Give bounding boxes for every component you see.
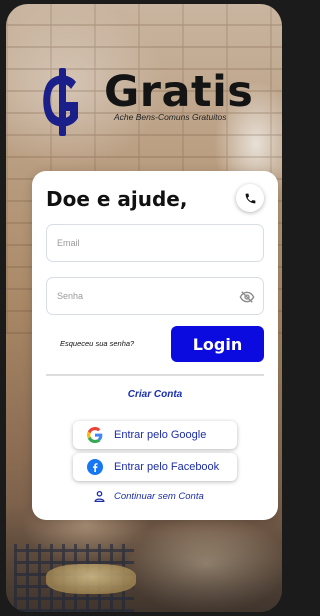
eye-off-icon bbox=[239, 291, 255, 303]
email-field bbox=[46, 224, 264, 262]
facebook-icon bbox=[86, 458, 104, 476]
continue-as-guest-label: Continuar sem Conta bbox=[114, 490, 204, 502]
app-screen: Gratis Ache Bens-Comuns Gratuitos Doe e … bbox=[6, 4, 282, 612]
person-icon bbox=[92, 489, 106, 503]
toggle-password-visibility[interactable] bbox=[238, 288, 256, 306]
brand-name: Gratis bbox=[104, 67, 254, 117]
password-input[interactable] bbox=[57, 278, 237, 314]
continue-as-guest-link[interactable]: Continuar sem Conta bbox=[92, 489, 204, 503]
google-login-label: Entrar pelo Google bbox=[114, 429, 207, 441]
forgot-password-link[interactable]: Esqueceu sua senha? bbox=[60, 339, 134, 348]
gratis-logo-mark-icon bbox=[43, 68, 78, 136]
phone-icon bbox=[245, 193, 255, 203]
brand-tagline: Ache Bens-Comuns Gratuitos bbox=[114, 112, 227, 122]
login-card: Doe e ajude, Esqueceu sua senha? Login C… bbox=[32, 171, 278, 520]
login-button[interactable]: Login bbox=[171, 326, 264, 362]
facebook-login-button[interactable]: Entrar pelo Facebook bbox=[73, 453, 237, 481]
card-title: Doe e ajude, bbox=[46, 187, 188, 211]
facebook-login-label: Entrar pelo Facebook bbox=[114, 461, 220, 473]
google-icon bbox=[86, 426, 104, 444]
email-input[interactable] bbox=[57, 225, 237, 261]
google-login-button[interactable]: Entrar pelo Google bbox=[73, 421, 237, 449]
call-button[interactable] bbox=[236, 184, 264, 212]
brand-logo: Gratis Ache Bens-Comuns Gratuitos bbox=[36, 68, 276, 136]
background-cans bbox=[46, 564, 136, 594]
divider bbox=[46, 374, 264, 376]
password-field bbox=[46, 277, 264, 315]
create-account-link[interactable]: Criar Conta bbox=[32, 389, 278, 400]
